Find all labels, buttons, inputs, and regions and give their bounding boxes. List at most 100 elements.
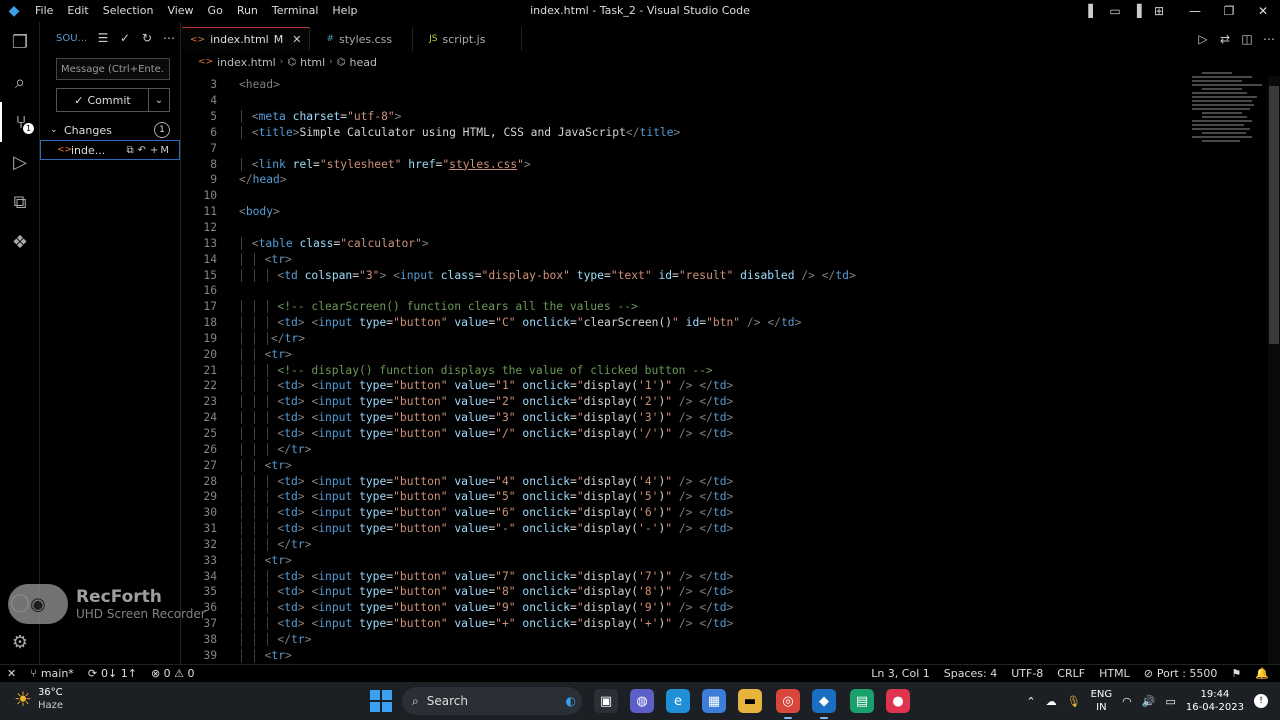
vscode-taskbar-icon[interactable]: ◆ <box>812 689 836 719</box>
run-icon[interactable]: ▷ <box>1192 28 1214 50</box>
code-line[interactable]: 37 <td> <input type="button" value="+" on… <box>182 616 1268 632</box>
menu-edit[interactable]: Edit <box>60 0 95 22</box>
remote-indicator[interactable]: ✕ <box>0 667 23 680</box>
open-file-icon[interactable]: ⧉ <box>124 145 135 156</box>
run-debug-icon[interactable]: ▷ <box>0 142 40 182</box>
onedrive-cloud-icon[interactable]: ☁ <box>1046 695 1057 708</box>
menu-file[interactable]: File <box>28 0 60 22</box>
problems-indicator[interactable]: ⊗ 0 ⚠ 0 <box>144 667 202 680</box>
code-line[interactable]: 19 </tr> <box>182 331 1268 347</box>
editor-scrollbar[interactable] <box>1268 76 1280 664</box>
commit-dropdown-chevron-icon[interactable]: ⌄ <box>149 89 169 111</box>
code-line[interactable]: 33 <tr> <box>182 552 1268 568</box>
wifi-icon[interactable]: ◠ <box>1122 695 1132 708</box>
open-changes-icon[interactable]: ⇄ <box>1214 28 1236 50</box>
notifications-bell-icon[interactable]: 🔔 <box>1248 667 1276 680</box>
manage-gear-icon[interactable]: ⚙ <box>0 622 40 662</box>
code-line[interactable]: 5 <meta charset="utf-8"> <box>182 109 1268 125</box>
close-window-icon[interactable]: ✕ <box>1246 0 1280 22</box>
minimize-icon[interactable]: — <box>1178 0 1212 22</box>
scrollbar-thumb[interactable] <box>1269 86 1279 344</box>
explorer-icon[interactable]: ❐ <box>0 22 40 62</box>
toggle-panel-icon[interactable]: ▭ <box>1104 0 1126 22</box>
indentation[interactable]: Spaces: 4 <box>937 667 1004 680</box>
code-line[interactable]: 11 <body> <box>182 204 1268 220</box>
changed-file-item[interactable]: <> inde... ⧉ ↶ + M <box>40 140 180 160</box>
live-server-port[interactable]: ⊘ Port : 5500 <box>1137 667 1225 680</box>
search-icon[interactable]: ⌕ <box>0 62 40 102</box>
view-as-tree-icon[interactable]: ☰ <box>92 31 114 45</box>
menu-view[interactable]: View <box>160 0 200 22</box>
code-line[interactable]: 20 <tr> <box>182 346 1268 362</box>
code-line[interactable]: 32 </tr> <box>182 536 1268 552</box>
code-line[interactable]: 7 <box>182 140 1268 156</box>
code-line[interactable]: 14 <tr> <box>182 251 1268 267</box>
start-button-icon[interactable] <box>370 690 392 712</box>
commit-button[interactable]: ✓ Commit <box>57 89 149 111</box>
code-line[interactable]: 34 <td> <input type="button" value="7" on… <box>182 568 1268 584</box>
close-tab-icon[interactable]: ✕ <box>292 33 301 46</box>
stage-changes-icon[interactable]: + <box>148 145 160 156</box>
code-line[interactable]: 25 <td> <input type="button" value="/" on… <box>182 426 1268 442</box>
teams-chat-icon[interactable]: ◍ <box>630 689 654 713</box>
code-line[interactable]: 35 <td> <input type="button" value="8" on… <box>182 584 1268 600</box>
commit-message-input[interactable] <box>56 58 170 80</box>
tab-styles-css[interactable]: # styles.css <box>310 27 414 51</box>
tab-index-html[interactable]: <> index.html M ✕ <box>182 27 311 51</box>
task-view-icon[interactable]: ▣ <box>594 689 618 713</box>
refresh-icon[interactable]: ↻ <box>136 31 158 45</box>
weather-widget[interactable]: ☀ 36°C Haze <box>14 686 63 712</box>
taskbar-search[interactable]: ⌕ Search ◐ <box>402 687 582 715</box>
code-line[interactable]: 16 <box>182 283 1268 299</box>
code-line[interactable]: 4 <box>182 93 1268 109</box>
code-line[interactable]: 22 <td> <input type="button" value="1" on… <box>182 378 1268 394</box>
menu-go[interactable]: Go <box>201 0 230 22</box>
code-line[interactable]: 17 <!-- clearScreen() function clears all… <box>182 299 1268 315</box>
code-line[interactable]: 6 <title>Simple Calculator using HTML, CS… <box>182 125 1268 141</box>
language-indicator[interactable]: ENG IN <box>1091 688 1113 714</box>
menu-selection[interactable]: Selection <box>96 0 161 22</box>
code-line[interactable]: 23 <td> <input type="button" value="2" on… <box>182 394 1268 410</box>
code-line[interactable]: 24 <td> <input type="button" value="3" on… <box>182 410 1268 426</box>
language-mode[interactable]: HTML <box>1092 667 1137 680</box>
feedback-icon[interactable]: ⚑ <box>1224 667 1248 680</box>
toggle-primary-sidebar-icon[interactable]: ▌ <box>1082 0 1104 22</box>
android-app-icon[interactable]: ▤ <box>850 689 874 713</box>
show-hidden-icons-chevron-icon[interactable]: ⌃ <box>1026 695 1035 708</box>
line-ending[interactable]: CRLF <box>1050 667 1092 680</box>
breadcrumb-head[interactable]: head <box>350 56 377 69</box>
menu-run[interactable]: Run <box>230 0 265 22</box>
breadcrumb-html[interactable]: html <box>300 56 325 69</box>
customize-layout-icon[interactable]: ⊞ <box>1148 0 1170 22</box>
breadcrumb-file[interactable]: index.html <box>217 56 276 69</box>
extensions-icon[interactable]: ⧉ <box>0 182 40 222</box>
code-line[interactable]: 29 <td> <input type="button" value="5" on… <box>182 489 1268 505</box>
minimap[interactable] <box>1190 72 1262 142</box>
python-icon[interactable]: ❖ <box>0 222 40 262</box>
code-line[interactable]: 9 </head> <box>182 172 1268 188</box>
code-line[interactable]: 39 <tr> <box>182 647 1268 663</box>
tab-script-js[interactable]: JS script.js <box>413 27 523 51</box>
code-line[interactable]: 28 <td> <input type="button" value="4" on… <box>182 473 1268 489</box>
source-control-icon[interactable]: ⑂ 1 <box>0 102 40 142</box>
microphone-icon[interactable]: 🎙 <box>1067 695 1081 708</box>
toggle-secondary-sidebar-icon[interactable]: ▐ <box>1126 0 1148 22</box>
commit-check-icon[interactable]: ✓ <box>114 31 136 45</box>
menu-help[interactable]: Help <box>325 0 364 22</box>
store-icon[interactable]: ▦ <box>702 689 726 713</box>
code-line[interactable]: 8 <link rel="stylesheet" href="styles.css… <box>182 156 1268 172</box>
code-line[interactable]: 18 <td> <input type="button" value="C" on… <box>182 315 1268 331</box>
chrome-icon[interactable]: ◎ <box>776 689 800 719</box>
code-line[interactable]: 13 <table class="calculator"> <box>182 235 1268 251</box>
menu-terminal[interactable]: Terminal <box>265 0 326 22</box>
code-line[interactable]: 12 <box>182 220 1268 236</box>
discard-changes-icon[interactable]: ↶ <box>136 145 148 156</box>
battery-icon[interactable]: ▭ <box>1165 695 1175 708</box>
code-line[interactable]: 15 <td colspan="3"> <input class="display… <box>182 267 1268 283</box>
volume-icon[interactable]: 🔊 <box>1142 695 1156 708</box>
cursor-position[interactable]: Ln 3, Col 1 <box>864 667 937 680</box>
code-line[interactable]: 21 <!-- display() function displays the v… <box>182 362 1268 378</box>
code-line[interactable]: 10 <box>182 188 1268 204</box>
code-line[interactable]: 27 <tr> <box>182 457 1268 473</box>
code-line[interactable]: 26 </tr> <box>182 441 1268 457</box>
